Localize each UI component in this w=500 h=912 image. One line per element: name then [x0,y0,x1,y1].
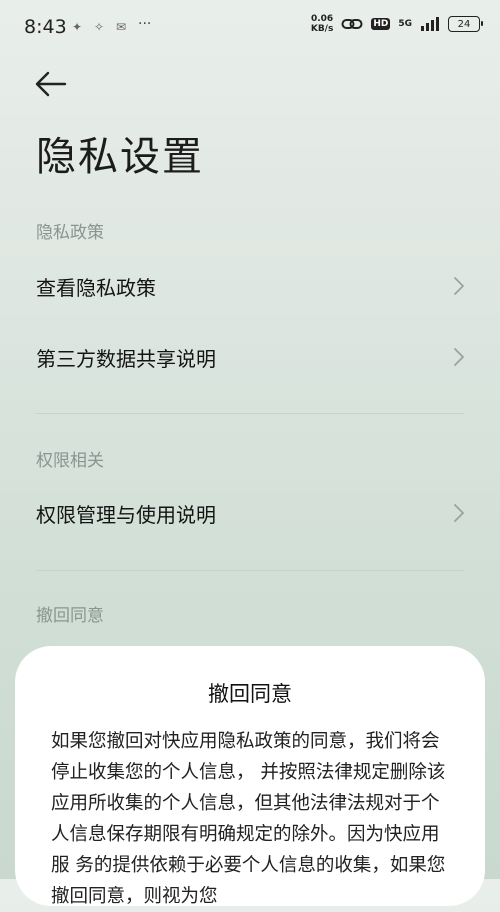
back-arrow-icon[interactable] [34,66,70,102]
network-type: 5G [398,19,412,29]
chevron-right-icon [454,348,464,366]
status-time: 8:43 [24,16,67,38]
notification-app-icon: ✧ [94,20,105,34]
dialog-body-text: 如果您撤回对快应用隐私政策的同意，我们将会停止收集您的个人信息， 并按照法律规定… [51,731,446,907]
link-icon [341,19,363,29]
section-header-withdraw-consent: 撤回同意 [36,606,104,626]
divider [36,570,464,571]
withdraw-consent-dialog: 撤回同意 如果您撤回对快应用隐私政策的同意，我们将会停止收集您的个人信息， 并按… [15,646,485,907]
section-header-permissions: 权限相关 [36,451,104,471]
battery-level: 24 [457,18,471,30]
dialog-title: 撤回同意 [208,682,292,706]
chevron-right-icon [454,277,464,295]
page-title: 隐私设置 [36,134,204,180]
divider [36,413,464,414]
item-label: 第三方数据共享说明 [36,347,216,371]
permission-management-item[interactable]: 权限管理与使用说明 [0,483,500,543]
third-party-data-sharing-item[interactable]: 第三方数据共享说明 [0,327,500,387]
hd-badge: HD [371,18,391,30]
item-label: 查看隐私政策 [36,276,156,300]
battery-icon: 24 [448,16,483,32]
item-label: 权限管理与使用说明 [36,503,216,527]
network-speed: 0.06 KB/s [310,14,334,34]
view-privacy-policy-item[interactable]: 查看隐私政策 [0,256,500,316]
status-bar: 8:43 ✦ ✧ ✉ ··· 0.06 KB/s HD 5G 24 [0,0,500,58]
more-notifications-icon: ··· [138,16,152,32]
section-header-privacy-policy: 隐私政策 [36,223,104,243]
chevron-right-icon [454,504,464,522]
notification-app-icon: ✦ [72,20,83,34]
notification-app-icon: ✉ [116,20,127,34]
status-icons: 0.06 KB/s HD 5G 24 [310,14,483,34]
signal-icon [421,17,439,31]
